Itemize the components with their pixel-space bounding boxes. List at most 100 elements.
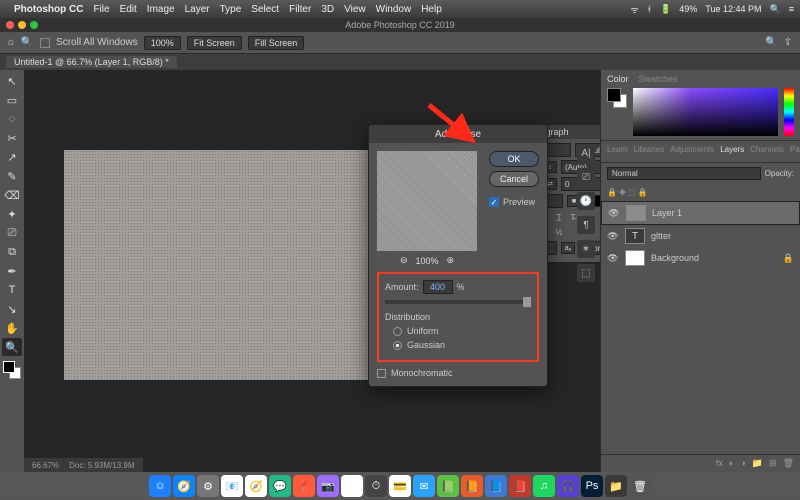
new-layer-icon[interactable]: ⊞ bbox=[769, 458, 777, 469]
radio-gaussian[interactable]: Gaussian bbox=[393, 340, 531, 350]
document-canvas[interactable] bbox=[64, 150, 384, 380]
tool-eyedropper[interactable]: ↗ bbox=[2, 148, 22, 166]
fill-screen-button[interactable]: Fill Screen bbox=[248, 36, 305, 50]
tool-lasso[interactable]: ◌ bbox=[2, 110, 22, 128]
dock-app[interactable]: 🗑 bbox=[629, 475, 651, 497]
dock-app[interactable]: 📗 bbox=[437, 475, 459, 497]
fx-icon[interactable]: fx bbox=[716, 458, 723, 469]
dock-app[interactable]: 🗓 bbox=[341, 475, 363, 497]
tool-blur[interactable]: ⧉ bbox=[2, 243, 22, 261]
dock-app[interactable]: 💳 bbox=[389, 475, 411, 497]
tool-type[interactable]: T bbox=[2, 281, 22, 299]
tool-zoom[interactable]: 🔍 bbox=[2, 338, 22, 356]
layer-row[interactable]: 👁 Background 🔒 bbox=[601, 247, 800, 269]
status-zoom[interactable]: 66.67% bbox=[32, 461, 59, 470]
app-menu[interactable]: Photoshop CC bbox=[14, 4, 83, 15]
color-swatches[interactable] bbox=[3, 361, 21, 379]
opentype-frac[interactable]: ½ bbox=[553, 226, 565, 238]
dock-app[interactable]: 📁 bbox=[605, 475, 627, 497]
menu-view[interactable]: View bbox=[344, 4, 366, 15]
tab-learn[interactable]: Learn bbox=[607, 145, 627, 154]
tab-layers[interactable]: Layers bbox=[720, 145, 744, 154]
tool-hand[interactable]: ✋ bbox=[2, 319, 22, 337]
tool-path[interactable]: ↘ bbox=[2, 300, 22, 318]
group-icon[interactable]: 📁 bbox=[752, 458, 763, 469]
amount-input[interactable] bbox=[423, 280, 453, 294]
dock-app[interactable]: Ps bbox=[581, 475, 603, 497]
canvas-area[interactable]: Character Paragraph Amo01Regular T--↕(Au… bbox=[24, 70, 600, 472]
layer-thumb[interactable] bbox=[626, 205, 646, 221]
dock-app[interactable]: ♫ bbox=[533, 475, 555, 497]
tool-move[interactable]: ↖ bbox=[2, 72, 22, 90]
clock[interactable]: Tue 12:44 PM bbox=[705, 4, 761, 14]
adjustment-icon[interactable]: ◑ bbox=[740, 458, 745, 469]
battery-icon[interactable]: 🔋 bbox=[660, 4, 671, 15]
menu-3d[interactable]: 3D bbox=[321, 4, 334, 15]
blend-mode-select[interactable]: Normal bbox=[607, 167, 761, 180]
dock-app[interactable]: ✉ bbox=[413, 475, 435, 497]
wifi-icon[interactable]: ᯤ bbox=[630, 3, 638, 16]
tool-brush[interactable]: ✎ bbox=[2, 167, 22, 185]
menu-layer[interactable]: Layer bbox=[185, 4, 210, 15]
layer-row[interactable]: 👁 Layer 1 bbox=[601, 201, 800, 225]
lock-icons[interactable]: 🔒 ✚ ⬚ 🔒 bbox=[607, 188, 648, 197]
visibility-icon[interactable]: 👁 bbox=[607, 253, 619, 264]
dock-app[interactable]: 📙 bbox=[461, 475, 483, 497]
dock-app[interactable]: 📘 bbox=[485, 475, 507, 497]
monochromatic-checkbox[interactable] bbox=[377, 369, 386, 378]
home-icon[interactable]: ⌂ bbox=[8, 37, 14, 48]
menu-extra-icon[interactable]: ≡ bbox=[789, 4, 794, 14]
tool-eraser[interactable]: ⌫ bbox=[2, 186, 22, 204]
cancel-button[interactable]: Cancel bbox=[489, 171, 539, 187]
menu-filter[interactable]: Filter bbox=[289, 4, 311, 15]
zoom-out-icon[interactable]: ⊖ bbox=[400, 255, 408, 266]
dock-app[interactable]: 💬 bbox=[269, 475, 291, 497]
window-minimize[interactable] bbox=[18, 21, 26, 29]
zoom-in-icon[interactable]: ⊕ bbox=[447, 255, 455, 266]
dock-app[interactable]: 📍 bbox=[293, 475, 315, 497]
menu-file[interactable]: File bbox=[93, 4, 109, 15]
ok-button[interactable]: OK bbox=[489, 151, 539, 167]
tab-color[interactable]: Color bbox=[607, 74, 629, 84]
window-close[interactable] bbox=[6, 21, 14, 29]
radio-uniform[interactable]: Uniform bbox=[393, 326, 531, 336]
menu-edit[interactable]: Edit bbox=[120, 4, 137, 15]
dock-character-icon[interactable]: A| bbox=[577, 144, 595, 162]
underline-icon[interactable]: T̲ bbox=[553, 211, 565, 223]
layer-name[interactable]: gltter bbox=[651, 231, 671, 241]
tab-swatches[interactable]: Swatches bbox=[639, 74, 678, 84]
dock-history-icon[interactable]: 🕐 bbox=[577, 192, 595, 210]
zoom-value[interactable]: 100% bbox=[144, 36, 181, 50]
layer-name[interactable]: Layer 1 bbox=[652, 208, 682, 218]
fg-bg-swatch[interactable] bbox=[607, 88, 627, 108]
menu-window[interactable]: Window bbox=[376, 4, 412, 15]
share-icon[interactable]: ⇪ bbox=[784, 37, 792, 48]
dock-app[interactable]: ⚙ bbox=[197, 475, 219, 497]
bluetooth-icon[interactable]: ᚼ bbox=[647, 4, 652, 14]
mask-icon[interactable]: ◐ bbox=[729, 458, 734, 469]
document-tab[interactable]: Untitled-1 @ 66.7% (Layer 1, RGB/8) * bbox=[6, 56, 177, 68]
dock-app[interactable]: 📧 bbox=[221, 475, 243, 497]
dock-app[interactable]: 📷 bbox=[317, 475, 339, 497]
hue-slider[interactable] bbox=[784, 88, 794, 136]
dock-app[interactable]: 📕 bbox=[509, 475, 531, 497]
visibility-icon[interactable]: 👁 bbox=[607, 231, 619, 242]
tab-libraries[interactable]: Libraries bbox=[633, 145, 664, 154]
tab-paths[interactable]: Paths bbox=[790, 145, 800, 154]
menu-image[interactable]: Image bbox=[147, 4, 175, 15]
color-field[interactable] bbox=[633, 88, 778, 136]
layer-thumb[interactable] bbox=[625, 250, 645, 266]
trash-icon[interactable]: 🗑 bbox=[783, 458, 794, 469]
tab-channels[interactable]: Channels bbox=[750, 145, 784, 154]
dock-actions-icon[interactable]: ✶ bbox=[577, 240, 595, 258]
dock-app[interactable]: ☺ bbox=[149, 475, 171, 497]
layer-thumb[interactable]: T bbox=[625, 228, 645, 244]
dock-app[interactable]: 🧭 bbox=[245, 475, 267, 497]
tool-marquee[interactable]: ▭ bbox=[2, 91, 22, 109]
layer-name[interactable]: Background bbox=[651, 253, 699, 263]
tool-crop[interactable]: ✂ bbox=[2, 129, 22, 147]
window-zoom[interactable] bbox=[30, 21, 38, 29]
tool-clone[interactable]: ✦ bbox=[2, 205, 22, 223]
dock-paragraph-icon[interactable]: ⎚ bbox=[577, 168, 595, 186]
dock-other-icon[interactable]: ⬚ bbox=[577, 264, 595, 282]
